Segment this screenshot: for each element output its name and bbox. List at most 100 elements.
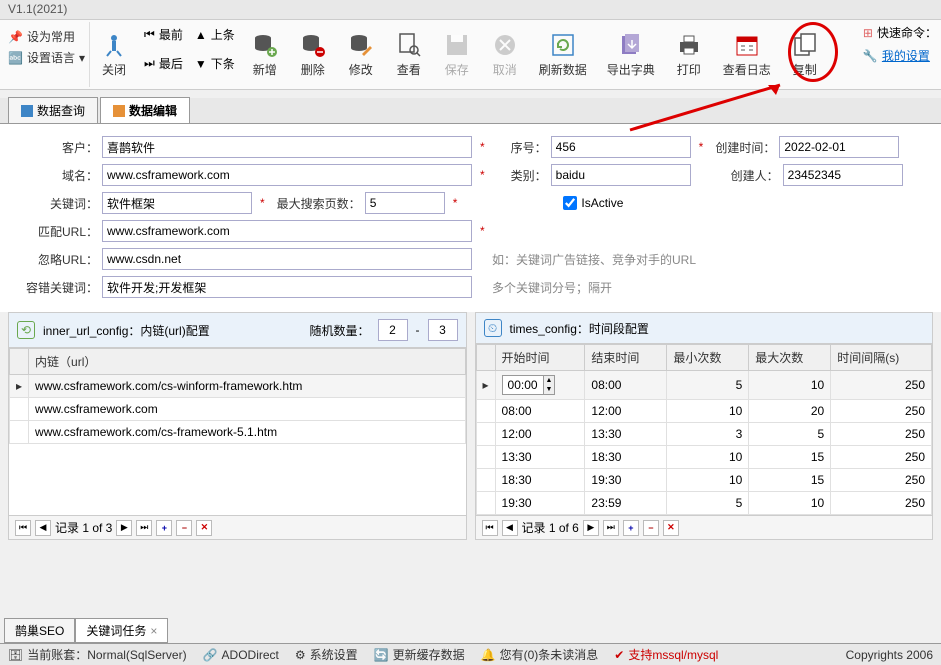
tab-seo[interactable]: 鹊巢SEO: [4, 618, 75, 643]
nav-first[interactable]: 最前: [159, 26, 183, 43]
nav-del-btn[interactable]: −: [643, 520, 659, 536]
cell-min[interactable]: 3: [667, 423, 749, 446]
nav-last-btn[interactable]: ⏭: [603, 520, 619, 536]
isactive-checkbox[interactable]: IsActive: [563, 196, 623, 210]
nav-next-btn[interactable]: ▶: [116, 520, 132, 536]
first-icon[interactable]: ⏮: [144, 27, 155, 42]
nav-last-btn[interactable]: ⏭: [136, 520, 152, 536]
status-ado[interactable]: 🔗ADODirect: [203, 648, 279, 662]
cell-max[interactable]: 15: [749, 446, 831, 469]
tab-data-edit[interactable]: 数据编辑: [100, 97, 190, 123]
maxpages-input[interactable]: [365, 192, 445, 214]
cell-interval[interactable]: 250: [831, 400, 932, 423]
next-icon[interactable]: ▼: [195, 57, 207, 71]
cell-max[interactable]: 15: [749, 469, 831, 492]
last-icon[interactable]: ⏭: [144, 56, 155, 71]
cell-start[interactable]: 18:30: [495, 469, 585, 492]
status-messages[interactable]: 🔔您有(0)条未读消息: [481, 646, 599, 663]
set-default-button[interactable]: 📌设为常用: [8, 28, 85, 45]
spin-up-icon[interactable]: ▲: [543, 376, 555, 385]
nav-last[interactable]: 最后: [159, 55, 183, 72]
start-time-spinner[interactable]: ▲▼: [502, 375, 556, 395]
cell-min[interactable]: 10: [667, 469, 749, 492]
customer-input[interactable]: [102, 136, 472, 158]
cell-start[interactable]: 08:00: [495, 400, 585, 423]
cell-interval[interactable]: 250: [831, 469, 932, 492]
set-language-button[interactable]: 🔤设置语言▾: [8, 49, 85, 66]
table-row[interactable]: www.csframework.com/cs-winform-framework…: [29, 375, 465, 398]
cell-end[interactable]: 18:30: [585, 446, 667, 469]
quick-command[interactable]: ⊞快速命令：: [863, 24, 937, 41]
spin-down-icon[interactable]: ▼: [543, 385, 555, 394]
nav-cancel-btn[interactable]: ✕: [196, 520, 212, 536]
gear-icon: ⚙: [295, 648, 306, 662]
cell-interval[interactable]: 250: [831, 371, 932, 400]
viewlog-button[interactable]: 查看日志: [713, 22, 781, 87]
creator-input[interactable]: [783, 164, 903, 186]
inner-url-grid[interactable]: 内链（url） ▸www.csframework.com/cs-winform-…: [9, 348, 466, 515]
random-from-input[interactable]: [378, 319, 408, 341]
close-icon[interactable]: ×: [150, 624, 157, 638]
cell-min[interactable]: 10: [667, 400, 749, 423]
nav-first-btn[interactable]: ⏮: [482, 520, 498, 536]
cell-min[interactable]: 5: [667, 371, 749, 400]
copy-button[interactable]: 复制: [781, 22, 829, 87]
cell-end[interactable]: 23:59: [585, 492, 667, 515]
cell-end[interactable]: 12:00: [585, 400, 667, 423]
nav-prev-btn[interactable]: ◀: [502, 520, 518, 536]
nav-del-btn[interactable]: −: [176, 520, 192, 536]
createtime-input[interactable]: [779, 136, 899, 158]
cell-start[interactable]: 12:00: [495, 423, 585, 446]
cell-min[interactable]: 5: [667, 492, 749, 515]
table-row[interactable]: www.csframework.com/cs-framework-5.1.htm: [29, 421, 465, 444]
refresh-button[interactable]: 刷新数据: [529, 22, 597, 87]
nav-add-btn[interactable]: +: [623, 520, 639, 536]
table-row[interactable]: www.csframework.com: [29, 398, 465, 421]
status-update-cache[interactable]: 🔄更新缓存数据: [374, 646, 465, 663]
cell-start[interactable]: ▲▼: [495, 371, 585, 400]
cell-end[interactable]: 19:30: [585, 469, 667, 492]
cell-max[interactable]: 20: [749, 400, 831, 423]
nav-cancel-btn[interactable]: ✕: [663, 520, 679, 536]
delete-button[interactable]: 删除: [289, 22, 337, 87]
nav-prev[interactable]: 上条: [211, 26, 235, 43]
status-settings[interactable]: ⚙系统设置: [295, 646, 358, 663]
prev-icon[interactable]: ▲: [195, 28, 207, 42]
save-button[interactable]: 保存: [433, 22, 481, 87]
cell-interval[interactable]: 250: [831, 423, 932, 446]
my-settings-link[interactable]: 🔧我的设置: [863, 47, 930, 64]
times-config-grid[interactable]: 开始时间 结束时间 最小次数 最大次数 时间间隔(s) ▸ ▲▼ 08:00 5…: [476, 344, 933, 515]
cell-interval[interactable]: 250: [831, 446, 932, 469]
nav-add-btn[interactable]: +: [156, 520, 172, 536]
nav-prev-btn[interactable]: ◀: [35, 520, 51, 536]
cell-max[interactable]: 10: [749, 492, 831, 515]
category-select[interactable]: [551, 164, 691, 186]
matchurl-input[interactable]: [102, 220, 472, 242]
faultkw-input[interactable]: [102, 276, 472, 298]
domain-input[interactable]: [102, 164, 472, 186]
random-to-input[interactable]: [428, 319, 458, 341]
export-dict-button[interactable]: 导出字典: [597, 22, 665, 87]
cell-max[interactable]: 5: [749, 423, 831, 446]
cancel-button[interactable]: 取消: [481, 22, 529, 87]
keyword-input[interactable]: [102, 192, 252, 214]
print-button[interactable]: 打印: [665, 22, 713, 87]
close-button[interactable]: 关闭: [90, 22, 138, 87]
cell-start[interactable]: 13:30: [495, 446, 585, 469]
cell-start[interactable]: 19:30: [495, 492, 585, 515]
nav-first-btn[interactable]: ⏮: [15, 520, 31, 536]
tab-keyword-task[interactable]: 关键词任务×: [75, 618, 168, 643]
seq-input[interactable]: [551, 136, 691, 158]
view-button[interactable]: 查看: [385, 22, 433, 87]
cell-max[interactable]: 10: [749, 371, 831, 400]
ignoreurl-input[interactable]: [102, 248, 472, 270]
cell-min[interactable]: 10: [667, 446, 749, 469]
cell-end[interactable]: 08:00: [585, 371, 667, 400]
nav-next-btn[interactable]: ▶: [583, 520, 599, 536]
tab-data-query[interactable]: 数据查询: [8, 97, 98, 123]
modify-button[interactable]: 修改: [337, 22, 385, 87]
nav-next[interactable]: 下条: [211, 55, 235, 72]
cell-end[interactable]: 13:30: [585, 423, 667, 446]
add-button[interactable]: 新增: [241, 22, 289, 87]
cell-interval[interactable]: 250: [831, 492, 932, 515]
